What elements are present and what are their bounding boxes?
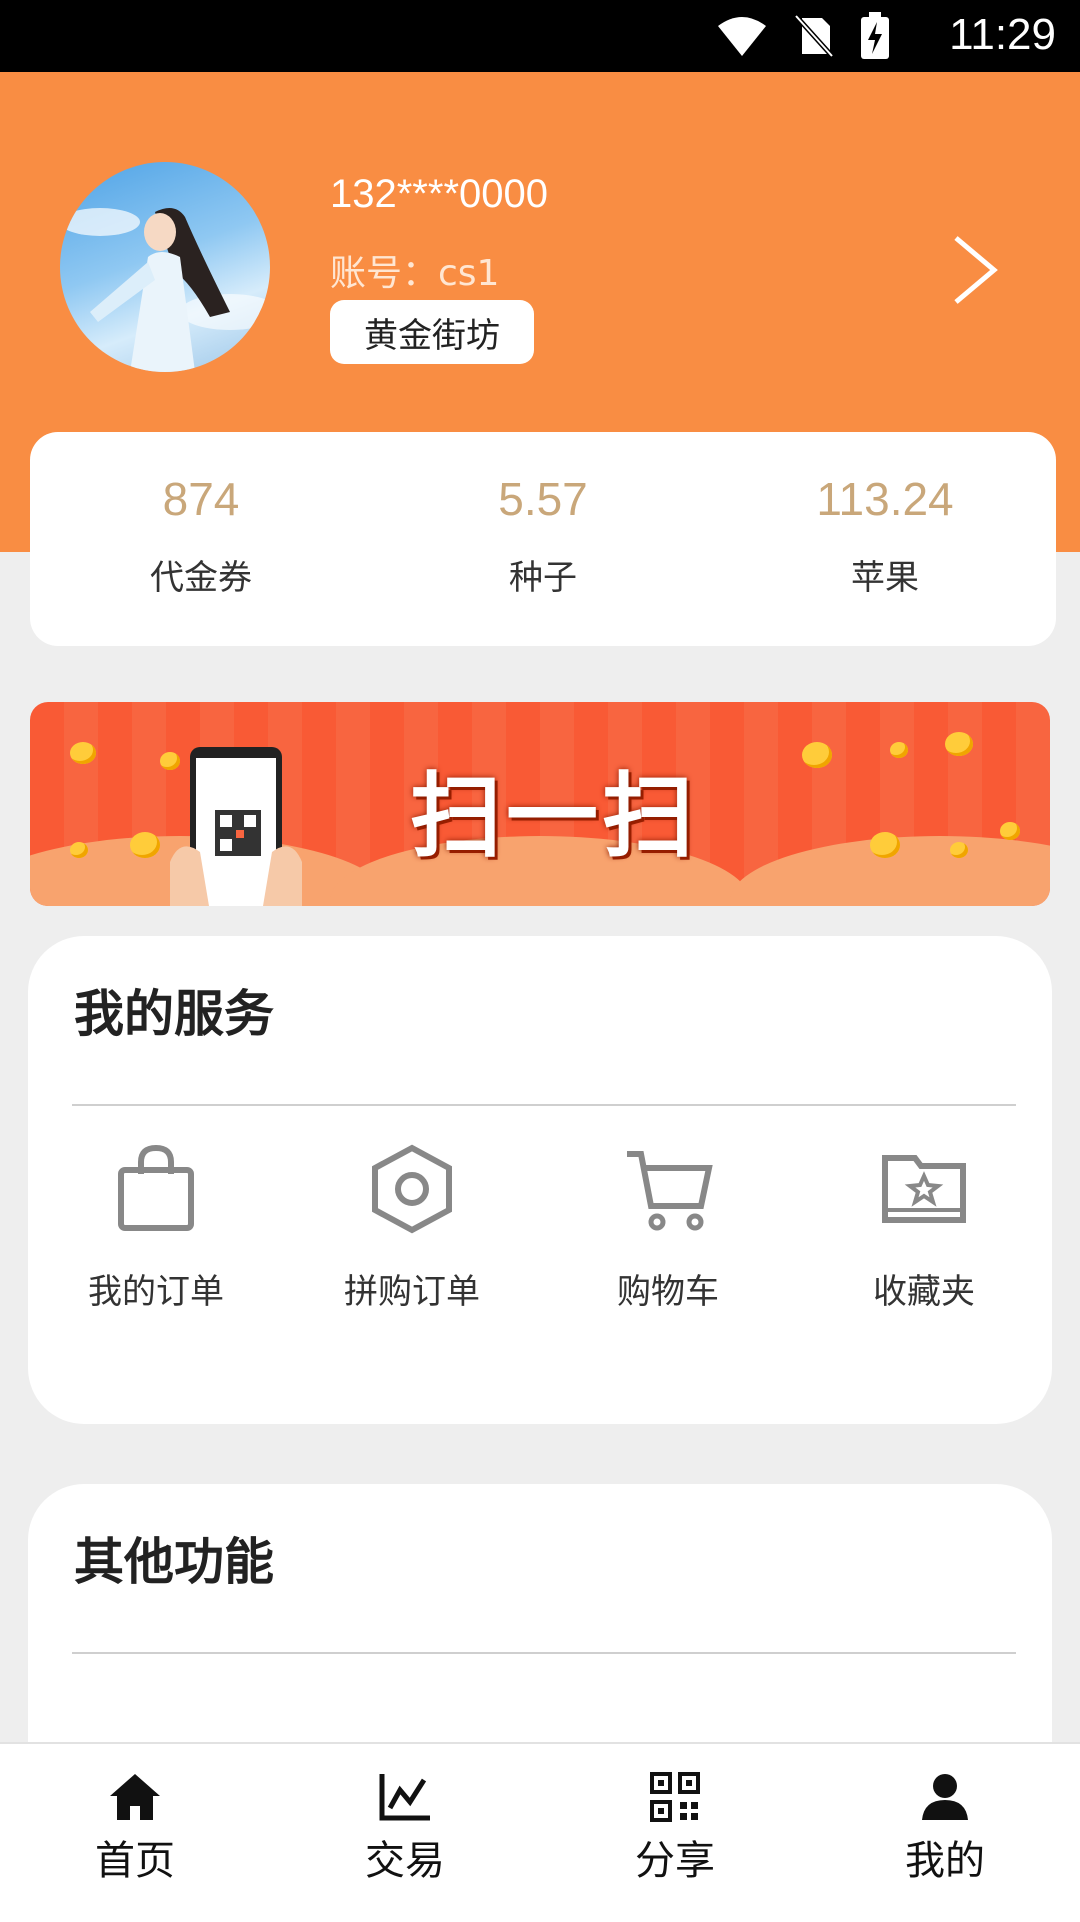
- divider: [72, 1104, 1016, 1106]
- stat-vouchers[interactable]: 874 代金券: [30, 432, 372, 646]
- hexagon-icon: [372, 1144, 452, 1234]
- stat-value: 5.57: [498, 473, 588, 525]
- status-bar: 11:29: [0, 0, 1080, 72]
- user-icon: [922, 1774, 968, 1820]
- stat-apples[interactable]: 113.24 苹果: [714, 432, 1056, 646]
- divider: [72, 1652, 1016, 1654]
- service-label: 我的订单: [88, 1272, 224, 1312]
- phone-qr-illustration: [170, 747, 302, 906]
- home-icon: [110, 1774, 160, 1820]
- stat-label: 苹果: [851, 558, 919, 598]
- chart-icon: [379, 1774, 430, 1821]
- scan-banner[interactable]: 扫一扫: [30, 702, 1050, 906]
- no-sim-icon: [794, 14, 834, 58]
- stat-value: 874: [162, 473, 240, 525]
- tab-label: 分享: [635, 1838, 715, 1884]
- tab-label: 我的: [905, 1838, 985, 1884]
- chevron-right-icon[interactable]: [948, 232, 1004, 308]
- tab-label: 交易: [365, 1838, 445, 1884]
- stat-label: 种子: [509, 558, 577, 598]
- clock: 11:29: [949, 10, 1056, 59]
- avatar-picture: [60, 208, 270, 372]
- stat-label: 代金券: [150, 558, 252, 598]
- tab-label: 首页: [95, 1838, 175, 1884]
- section-title: 其他功能: [74, 1533, 274, 1591]
- qrcode-icon: [650, 1772, 700, 1822]
- cart-icon: [627, 1151, 713, 1231]
- tab-home[interactable]: 首页: [0, 1744, 270, 1922]
- shopping-bag-icon: [118, 1144, 194, 1231]
- services-card: 我的服务 我的订单 拼购订单 购物车 收藏夹: [28, 936, 1052, 1424]
- bottom-tab-bar: 首页 交易 分享 我的: [0, 1742, 1080, 1922]
- tab-share[interactable]: 分享: [540, 1744, 810, 1922]
- section-title: 我的服务: [74, 985, 274, 1043]
- service-group-orders[interactable]: 拼购订单: [284, 1144, 540, 1313]
- tab-trade[interactable]: 交易: [270, 1744, 540, 1922]
- stat-seeds[interactable]: 5.57 种子: [372, 432, 714, 646]
- service-label: 拼购订单: [344, 1272, 480, 1312]
- stat-value: 113.24: [816, 473, 954, 525]
- battery-icon: [861, 12, 889, 59]
- star-folder-icon: [882, 1155, 966, 1223]
- wifi-icon: [718, 17, 766, 56]
- service-cart[interactable]: 购物车: [540, 1144, 796, 1313]
- service-label: 收藏夹: [873, 1272, 975, 1312]
- service-label: 购物车: [617, 1272, 719, 1312]
- phone-number: 132****0000: [330, 172, 548, 216]
- banner-title: 扫一扫: [410, 763, 699, 870]
- stats-card: 874 代金券 5.57 种子 113.24 苹果: [30, 432, 1056, 646]
- service-my-orders[interactable]: 我的订单: [28, 1144, 284, 1313]
- tab-mine[interactable]: 我的: [810, 1744, 1080, 1922]
- account-id: 账号：cs1: [330, 253, 500, 294]
- avatar[interactable]: [60, 162, 270, 372]
- level-badge: 黄金街坊: [330, 300, 534, 364]
- service-favorites[interactable]: 收藏夹: [796, 1144, 1052, 1313]
